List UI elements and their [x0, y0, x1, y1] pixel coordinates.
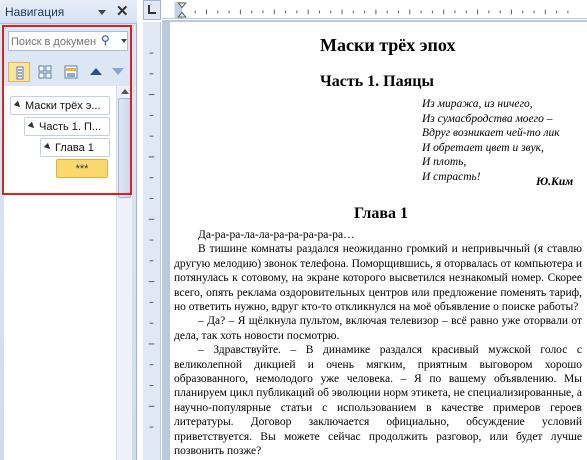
chapter-heading: Глава 1: [354, 205, 408, 222]
nav-title: Навигация: [5, 5, 65, 19]
epigraph-line: Из сумасбродства моего –: [422, 112, 553, 125]
epigraph-line: И плоть,: [422, 156, 467, 168]
paragraph: Да-ра-ра-ла-ла-ра-ра-ра-ра-ра…: [198, 229, 355, 241]
epigraph-line: Вдруг возникает чей-то лик: [422, 127, 560, 139]
part-heading: Часть 1. Паяцы: [320, 73, 434, 90]
close-icon[interactable]: ✕: [116, 2, 129, 20]
paragraph: – Здравствуйте. – В динамике раздался кр…: [174, 344, 583, 458]
chapter-body: Да-ра-ра-ла-ла-ра-ра-ра-ра-ра… В тишине …: [174, 228, 582, 459]
epigraph-line: И обретает цвет и звук,: [422, 141, 544, 154]
document-page[interactable]: Маски трёх эпох Часть 1. Паяцы Из миража…: [170, 22, 587, 460]
tab-selector[interactable]: [143, 0, 161, 20]
paragraph: В тишине комнаты раздался неожиданно гро…: [174, 243, 582, 314]
highlight-frame: [2, 25, 132, 195]
left-tab-icon: [148, 5, 156, 14]
nav-menu-dropdown-icon[interactable]: [98, 10, 106, 15]
horizontal-ruler[interactable]: [162, 2, 587, 19]
navigation-pane: Навигация ✕ ⚲: [0, 0, 137, 460]
epigraph-author: Ю.Ким: [536, 176, 574, 188]
epigraph: Из миража, из ничего, Из сумасбродства м…: [422, 97, 560, 184]
nav-header: Навигация ✕: [0, 0, 137, 24]
document-title: Маски трёх эпох: [320, 35, 456, 55]
epigraph-line: Из миража, из ничего,: [422, 98, 533, 110]
paragraph: – Да? – Я щёлкнула пультом, включая теле…: [174, 315, 582, 342]
vertical-ruler[interactable]: [143, 22, 161, 460]
